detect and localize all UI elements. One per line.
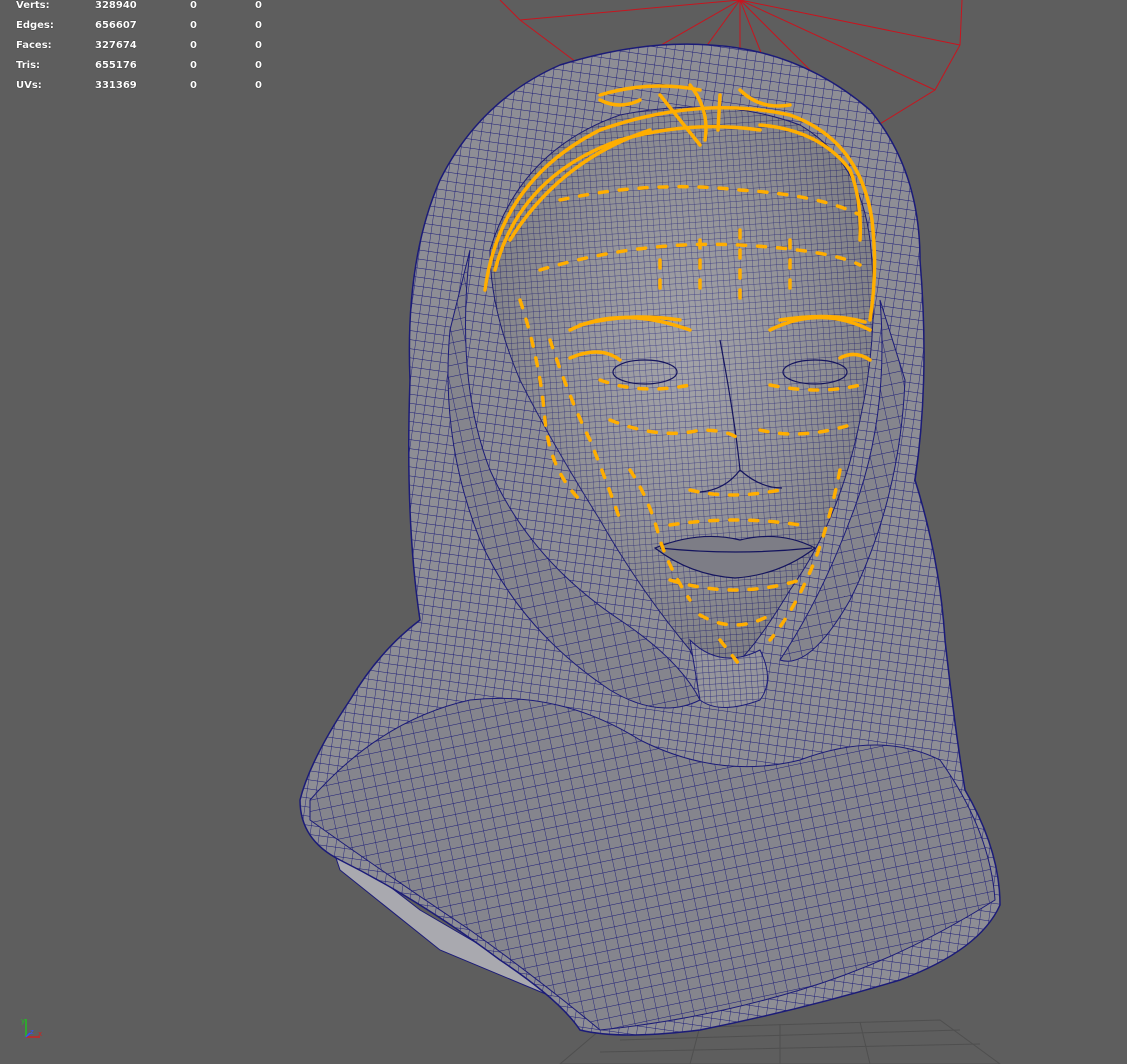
hud-selected: 0 (190, 0, 197, 11)
hud-total: 656607 (95, 20, 137, 31)
axis-y-label: y (21, 1017, 25, 1025)
hud-row-faces: Faces: 327674 0 0 (0, 40, 270, 60)
view-axis-icon: y z x (21, 1017, 42, 1038)
hud-selected: 0 (190, 60, 197, 71)
hud-selected: 0 (190, 20, 197, 31)
hud-components: 0 (255, 40, 262, 51)
hud-row-tris: Tris: 655176 0 0 (0, 60, 270, 80)
hud-label: Faces: (16, 40, 52, 51)
hud-total: 655176 (95, 60, 137, 71)
hud-row-uvs: UVs: 331369 0 0 (0, 80, 270, 100)
hud-row-edges: Edges: 656607 0 0 (0, 20, 270, 40)
hud-total: 328940 (95, 0, 137, 11)
hud-components: 0 (255, 0, 262, 11)
hud-components: 0 (255, 80, 262, 91)
hud-row-verts: Verts: 328940 0 0 (0, 0, 270, 20)
hud-total: 331369 (95, 80, 137, 91)
axis-z-label: z (30, 1028, 34, 1036)
3d-viewport[interactable] (0, 0, 1127, 1064)
hud-label: Tris: (16, 60, 41, 71)
hud-selected: 0 (190, 80, 197, 91)
hud-label: Edges: (16, 20, 54, 31)
poly-count-hud: Verts: 328940 0 0 Edges: 656607 0 0 Face… (0, 0, 270, 100)
axis-x-label: x (38, 1030, 42, 1038)
hud-label: UVs: (16, 80, 42, 91)
hud-components: 0 (255, 60, 262, 71)
hud-total: 327674 (95, 40, 137, 51)
hud-label: Verts: (16, 0, 50, 11)
hud-components: 0 (255, 20, 262, 31)
hud-selected: 0 (190, 40, 197, 51)
